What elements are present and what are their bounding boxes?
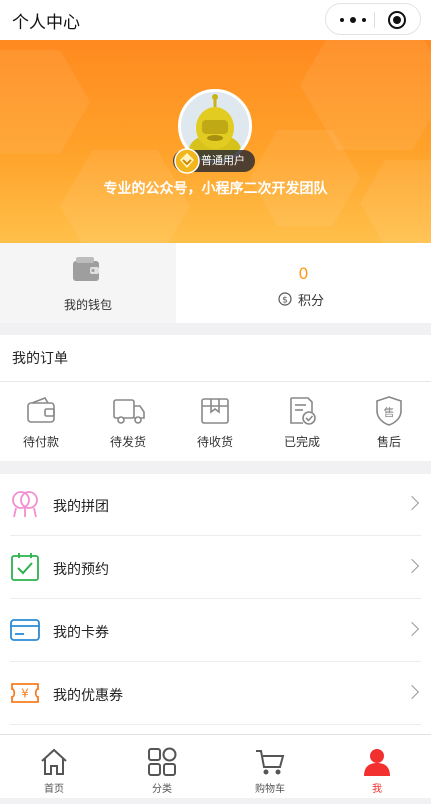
chevron-right-icon xyxy=(404,495,420,511)
menu-item-coupon[interactable]: ¥ 我的优惠券 xyxy=(0,663,431,725)
chevron-right-icon xyxy=(404,558,420,574)
profile-tagline: 专业的公众号，小程序二次开发团队 xyxy=(103,181,328,197)
order-status-label: 待收货 xyxy=(196,435,233,449)
vip-badge-icon xyxy=(174,148,200,174)
tab-category[interactable]: 分类 xyxy=(108,735,216,799)
divider xyxy=(10,535,421,536)
tab-label: 首页 xyxy=(44,784,64,795)
user-level-label: 普通用户 xyxy=(201,154,245,167)
points-label: 积分 xyxy=(298,294,325,309)
wallet-icon xyxy=(73,257,99,281)
tab-label: 分类 xyxy=(152,784,172,795)
more-dots-icon[interactable] xyxy=(340,17,366,23)
svg-text:售: 售 xyxy=(384,405,395,419)
menu-item-label: 我的卡券 xyxy=(53,625,109,641)
menu-item-reservation[interactable]: 我的预约 xyxy=(0,537,431,599)
chevron-right-icon xyxy=(404,684,420,700)
profile-banner: 普通用户 专业的公众号，小程序二次开发团队 xyxy=(0,40,431,243)
coupon-icon: ¥ xyxy=(11,683,39,703)
order-status-after-sale[interactable]: 售 售后 xyxy=(359,395,419,455)
my-orders-title[interactable]: 我的订单 xyxy=(12,348,68,368)
tab-label: 购物车 xyxy=(255,784,285,795)
wallet-entry[interactable]: 我的钱包 xyxy=(0,243,176,323)
points-value: 0 xyxy=(298,264,309,283)
tab-cart[interactable]: 购物车 xyxy=(216,735,324,799)
truck-icon xyxy=(113,399,145,424)
menu-item-label: 我的优惠券 xyxy=(53,688,123,704)
coin-icon: $ xyxy=(278,292,292,306)
order-status-label: 售后 xyxy=(376,435,401,449)
feature-menu: 我的拼团 我的预约 我的卡券 ¥ 我的优惠券 xyxy=(0,474,431,734)
home-icon xyxy=(41,748,67,775)
divider xyxy=(10,661,421,662)
order-status-completed[interactable]: 已完成 xyxy=(272,395,332,455)
account-stats: 我的钱包 0 $ 积分 xyxy=(0,243,431,323)
my-orders-section: 我的订单 待付款 待发货 待收货 已完成 售 售后 xyxy=(0,335,431,461)
order-status-label: 已完成 xyxy=(283,435,320,449)
target-icon[interactable] xyxy=(388,11,406,29)
tab-me[interactable]: 我 xyxy=(323,735,431,799)
group-buy-icon xyxy=(12,491,38,518)
divider xyxy=(10,724,421,725)
card-icon xyxy=(10,619,40,641)
menu-item-label: 我的拼团 xyxy=(53,499,109,515)
decor-hexagon xyxy=(0,50,90,154)
title-bar: 个人中心 xyxy=(0,0,431,40)
order-status-awaiting-shipment[interactable]: 待发货 xyxy=(98,395,158,455)
divider xyxy=(0,381,431,382)
order-status-label: 待付款 xyxy=(22,435,59,449)
order-status-label: 待发货 xyxy=(109,435,146,449)
menu-item-card-voucher[interactable]: 我的卡券 xyxy=(0,600,431,662)
menu-item-label: 我的预约 xyxy=(53,562,109,578)
menu-item-group-buy[interactable]: 我的拼团 xyxy=(0,474,431,536)
mini-program-capsule xyxy=(325,3,421,35)
calendar-check-icon xyxy=(11,553,39,581)
cart-icon xyxy=(256,750,285,775)
shield-after-sale-icon: 售 xyxy=(376,396,402,426)
user-icon xyxy=(364,749,390,776)
divider xyxy=(10,598,421,599)
page-title: 个人中心 xyxy=(12,13,80,33)
box-icon xyxy=(201,398,229,424)
category-icon xyxy=(148,747,177,776)
tab-home[interactable]: 首页 xyxy=(0,735,108,799)
completed-doc-icon xyxy=(290,397,316,425)
wallet-label: 我的钱包 xyxy=(63,298,112,312)
order-status-pending-payment[interactable]: 待付款 xyxy=(11,395,71,455)
svg-text:$: $ xyxy=(282,296,288,306)
chevron-right-icon xyxy=(404,621,420,637)
wallet-outline-icon xyxy=(27,397,55,423)
capsule-divider xyxy=(374,12,375,28)
bottom-tab-bar: 首页 分类 购物车 我 xyxy=(0,734,431,798)
user-level-badge: 普通用户 xyxy=(173,148,255,174)
decor-hexagon xyxy=(360,160,431,243)
tab-label: 我 xyxy=(372,784,382,795)
svg-text:¥: ¥ xyxy=(21,687,29,701)
order-status-awaiting-receipt[interactable]: 待收货 xyxy=(185,395,245,455)
